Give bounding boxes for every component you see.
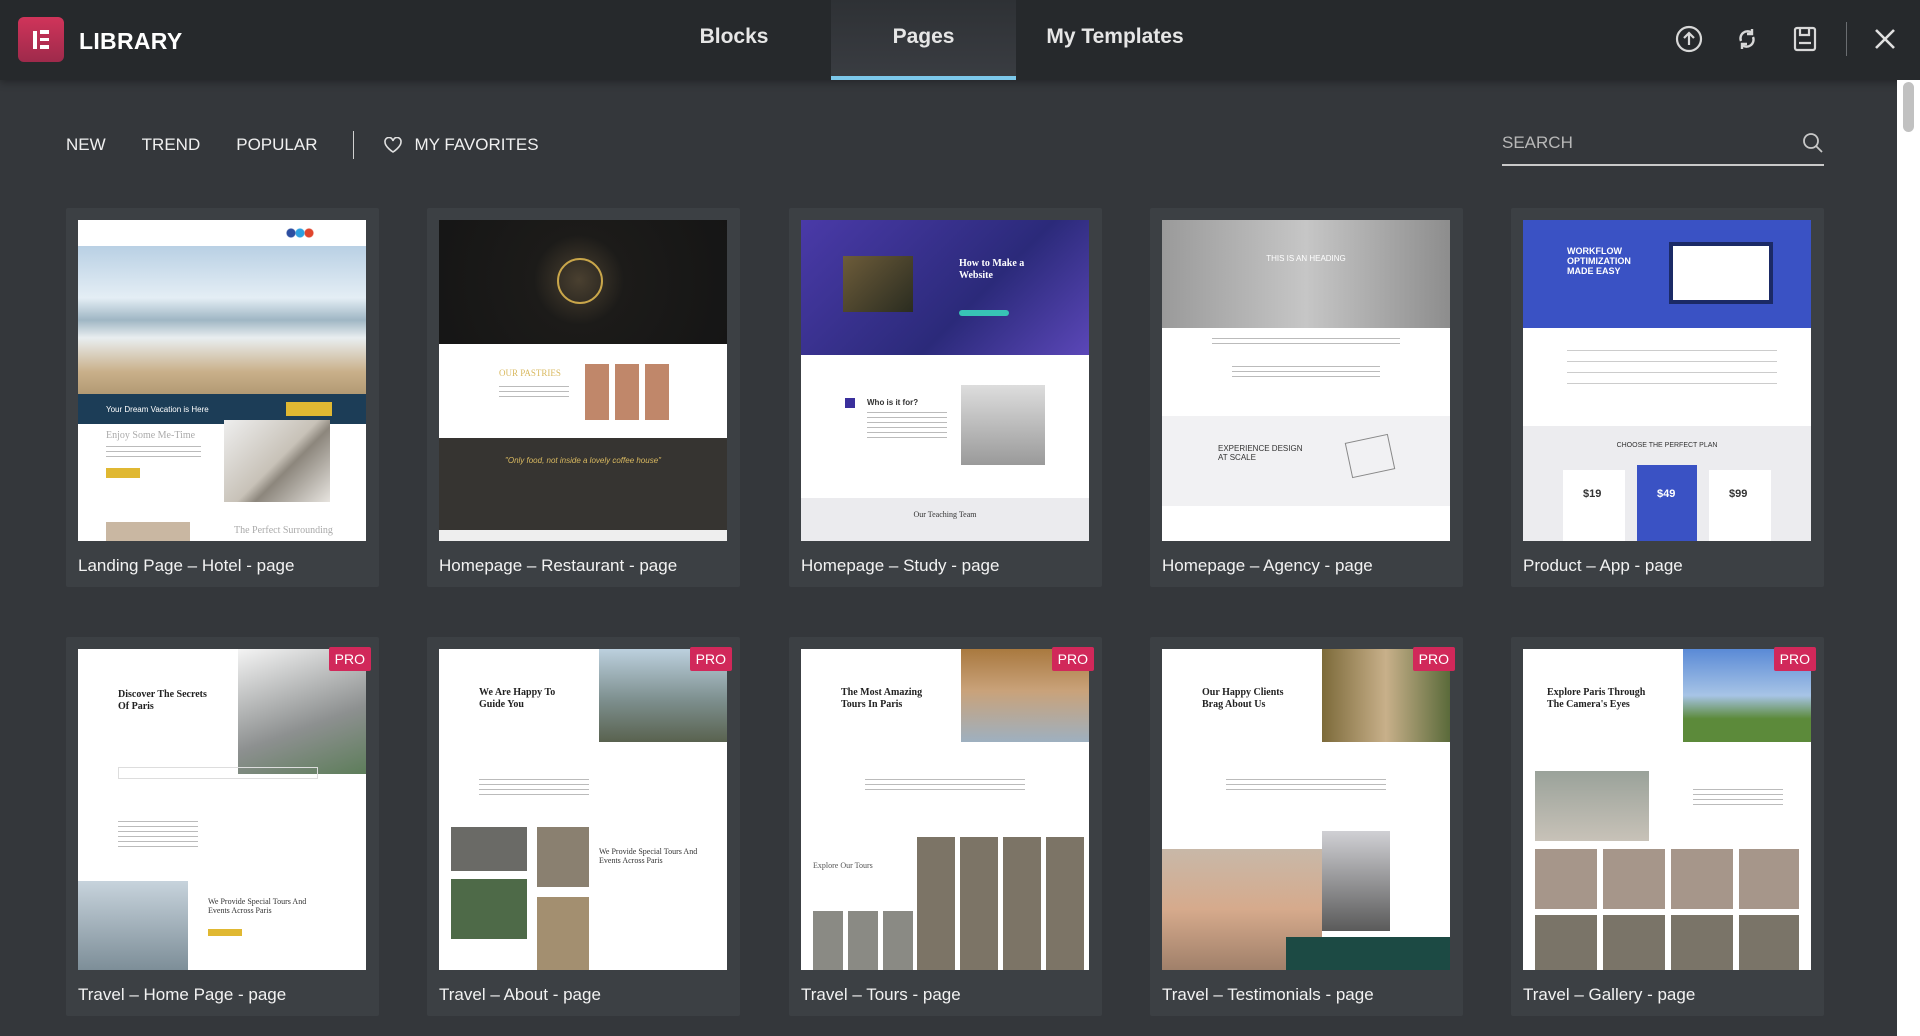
template-thumbnail[interactable]: WORKFLOW OPTIMIZATION MADE EASY CHOOSE T… bbox=[1523, 220, 1811, 541]
filter-new[interactable]: NEW bbox=[66, 135, 106, 155]
thumb-subheading: Who is it for? bbox=[867, 398, 919, 407]
search-input[interactable] bbox=[1502, 128, 1782, 158]
thumb-heading: We Are Happy To Guide You bbox=[479, 687, 556, 710]
thumb-heading: OUR PASTRIES bbox=[499, 368, 561, 378]
thumb-heading: Our Happy Clients Brag About Us bbox=[1202, 687, 1284, 710]
template-card[interactable]: The Most Amazing Tours In Paris Explore … bbox=[789, 637, 1102, 1016]
tab-pages[interactable]: Pages bbox=[831, 0, 1016, 80]
template-title: Travel – Home Page - page bbox=[78, 985, 287, 1004]
pro-badge: PRO bbox=[1051, 647, 1094, 671]
thumb-team: Our Teaching Team bbox=[913, 510, 977, 519]
search-field[interactable] bbox=[1502, 128, 1824, 166]
template-title: Homepage – Agency - page bbox=[1162, 556, 1373, 575]
template-card[interactable]: Explore Paris Through The Camera's Eyes … bbox=[1511, 637, 1824, 1016]
template-thumbnail[interactable]: The Most Amazing Tours In Paris Explore … bbox=[801, 649, 1089, 970]
template-thumbnail[interactable]: THIS IS AN HEADING EXPERIENCE DESIGN AT … bbox=[1162, 220, 1450, 541]
tab-blocks[interactable]: Blocks bbox=[664, 0, 804, 80]
template-title: Travel – Tours - page bbox=[801, 985, 961, 1004]
thumb-heading: The Most Amazing Tours In Paris bbox=[841, 687, 923, 710]
template-card[interactable]: WORKFLOW OPTIMIZATION MADE EASY CHOOSE T… bbox=[1511, 208, 1824, 587]
thumb-banner-text: Your Dream Vacation is Here bbox=[106, 405, 209, 414]
thumb-subheading: EXPERIENCE DESIGN AT SCALE bbox=[1218, 444, 1303, 462]
library-header: LIBRARY Blocks Pages My Templates bbox=[0, 0, 1920, 80]
template-thumbnail[interactable]: Our Happy Clients Brag About Us bbox=[1162, 649, 1450, 970]
thumb-price: $49 bbox=[1657, 488, 1676, 500]
my-favorites-label: MY FAVORITES bbox=[414, 135, 539, 154]
pro-badge: PRO bbox=[689, 647, 732, 671]
thumb-quote: "Only food, not inside a lovely coffee h… bbox=[505, 456, 661, 465]
template-card[interactable]: Your Dream Vacation is Here Enjoy Some M… bbox=[66, 208, 379, 587]
template-thumbnail[interactable]: How to Make a Website Who is it for? Our… bbox=[801, 220, 1089, 541]
thumb-subheading: We Provide Special Tours And Events Acro… bbox=[599, 847, 698, 866]
template-title: Landing Page – Hotel - page bbox=[78, 556, 295, 575]
sync-icon[interactable] bbox=[1732, 24, 1762, 54]
pro-badge: PRO bbox=[1412, 647, 1455, 671]
filter-trend[interactable]: TREND bbox=[142, 135, 201, 155]
thumb-heading: The Perfect Surrounding bbox=[234, 525, 333, 536]
template-title: Product – App - page bbox=[1523, 556, 1683, 575]
template-thumbnail[interactable]: OUR PASTRIES "Only food, not inside a lo… bbox=[439, 220, 727, 541]
template-card[interactable]: Our Happy Clients Brag About Us PRO Trav… bbox=[1150, 637, 1463, 1016]
template-card[interactable]: Discover The Secrets Of Paris We Provide… bbox=[66, 637, 379, 1016]
template-card[interactable]: THIS IS AN HEADING EXPERIENCE DESIGN AT … bbox=[1150, 208, 1463, 587]
template-title: Travel – Gallery - page bbox=[1523, 985, 1696, 1004]
template-title: Travel – About - page bbox=[439, 985, 601, 1004]
thumb-heading: Discover The Secrets Of Paris bbox=[118, 689, 207, 712]
thumb-heading: THIS IS AN HEADING bbox=[1266, 254, 1346, 263]
template-card[interactable]: We Are Happy To Guide You We Provide Spe… bbox=[427, 637, 740, 1016]
thumb-heading: Explore Paris Through The Camera's Eyes bbox=[1547, 687, 1646, 710]
scrollbar-thumb[interactable] bbox=[1903, 82, 1914, 132]
template-card[interactable]: OUR PASTRIES "Only food, not inside a lo… bbox=[427, 208, 740, 587]
filter-divider bbox=[353, 131, 355, 159]
tab-my-templates[interactable]: My Templates bbox=[1030, 0, 1200, 80]
template-thumbnail[interactable]: Explore Paris Through The Camera's Eyes bbox=[1523, 649, 1811, 970]
template-thumbnail[interactable]: Your Dream Vacation is Here Enjoy Some M… bbox=[78, 220, 366, 541]
close-icon[interactable] bbox=[1870, 24, 1900, 54]
search-icon[interactable] bbox=[1802, 132, 1824, 154]
thumb-heading: How to Make a Website bbox=[959, 258, 1025, 281]
template-title: Travel – Testimonials - page bbox=[1162, 985, 1374, 1004]
template-title: Homepage – Restaurant - page bbox=[439, 556, 678, 575]
filter-my-favorites[interactable]: MY FAVORITES bbox=[384, 135, 539, 155]
thumb-price: $99 bbox=[1729, 488, 1748, 500]
pro-badge: PRO bbox=[328, 647, 371, 671]
template-thumbnail[interactable]: We Are Happy To Guide You We Provide Spe… bbox=[439, 649, 727, 970]
filter-popular[interactable]: POPULAR bbox=[236, 135, 317, 155]
elementor-logo-icon bbox=[18, 17, 64, 62]
thumb-price: $19 bbox=[1583, 488, 1602, 500]
thumb-subheading: Explore Our Tours bbox=[813, 861, 873, 870]
header-divider bbox=[1846, 22, 1847, 56]
thumb-heading: WORKFLOW OPTIMIZATION MADE EASY bbox=[1567, 246, 1631, 276]
thumb-heading: Enjoy Some Me-Time bbox=[106, 430, 196, 441]
pro-badge: PRO bbox=[1773, 647, 1816, 671]
template-thumbnail[interactable]: Discover The Secrets Of Paris We Provide… bbox=[78, 649, 366, 970]
save-icon[interactable] bbox=[1790, 24, 1820, 54]
template-card[interactable]: How to Make a Website Who is it for? Our… bbox=[789, 208, 1102, 587]
filter-bar: NEW TREND POPULAR MY FAVORITES bbox=[66, 131, 539, 159]
upload-icon[interactable] bbox=[1674, 24, 1704, 54]
library-title: LIBRARY bbox=[79, 28, 183, 54]
template-title: Homepage – Study - page bbox=[801, 556, 1000, 575]
thumb-plans: CHOOSE THE PERFECT PLAN bbox=[1616, 442, 1718, 449]
heart-icon bbox=[384, 137, 403, 153]
scrollbar[interactable] bbox=[1897, 80, 1920, 1036]
thumb-subheading: We Provide Special Tours And Events Acro… bbox=[208, 897, 307, 916]
